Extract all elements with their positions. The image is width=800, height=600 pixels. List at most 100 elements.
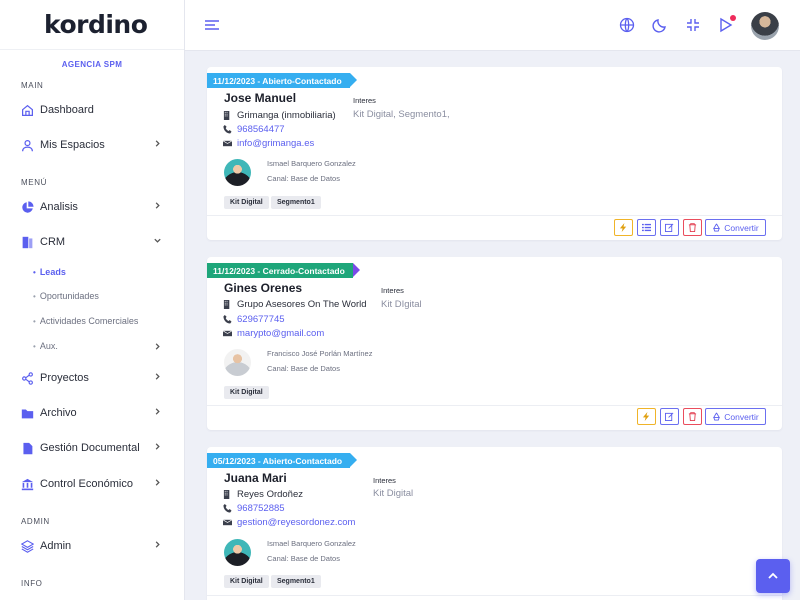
convert-button[interactable]: Convertir	[705, 408, 766, 425]
edit-button[interactable]	[660, 408, 679, 425]
chevron-right-icon	[153, 442, 162, 451]
card-divider	[207, 595, 782, 596]
lead-tag: Segmento1	[271, 196, 321, 209]
sidebar-item-analisis[interactable]: Analisis	[0, 196, 184, 218]
sidebar-subitem-oportunidades[interactable]: • Oportunidades	[0, 287, 184, 305]
recycle-icon	[713, 223, 721, 232]
lead-company-text: Grimanga (inmobiliaria)	[237, 110, 336, 121]
edit-icon	[665, 223, 674, 232]
agent-avatar	[224, 539, 251, 566]
lead-email[interactable]: gestion@reyesordonez.com	[223, 517, 355, 528]
lead-tag: Segmento1	[271, 575, 321, 588]
recycle-icon	[713, 412, 721, 421]
sidebar-item-admin[interactable]: Admin	[0, 535, 184, 557]
lead-phone-text: 968564477	[237, 124, 285, 135]
quick-action-button[interactable]	[637, 408, 656, 425]
lead-name[interactable]: Juana Mari	[224, 471, 287, 485]
trash-icon	[688, 223, 697, 232]
lead-phone[interactable]: 968564477	[223, 124, 285, 135]
sidebar-item-gestion-documental[interactable]: Gestión Documental	[0, 437, 184, 459]
bullet-icon: •	[33, 267, 36, 277]
fullscreen-exit-icon[interactable]	[685, 17, 701, 33]
card-divider	[207, 405, 782, 406]
sidebar-subitem-leads[interactable]: • Leads	[0, 263, 184, 281]
logo-area[interactable]: kordino	[0, 0, 184, 50]
section-admin-label: ADMIN	[21, 517, 50, 526]
interest-label: Interes	[381, 286, 404, 295]
pie-chart-icon	[21, 200, 34, 214]
phone-icon	[223, 125, 232, 134]
lead-email[interactable]: marypto@gmail.com	[223, 328, 324, 339]
agent-name: Ismael Barquero Gonzalez	[267, 159, 356, 168]
lead-card: 11/12/2023 - Cerrado-Contactado Gines Or…	[207, 257, 782, 430]
section-menu-label: MENÚ	[21, 178, 47, 187]
building-icon	[223, 111, 232, 120]
user-avatar[interactable]	[751, 12, 779, 40]
bullet-icon: •	[33, 316, 36, 326]
delete-button[interactable]	[683, 408, 702, 425]
menu-toggle-icon[interactable]	[204, 18, 220, 32]
lead-company-text: Reyes Ordoñez	[237, 489, 304, 500]
lead-name[interactable]: Jose Manuel	[224, 91, 296, 105]
chevron-right-icon	[153, 139, 162, 148]
building-icon	[223, 300, 232, 309]
envelope-icon	[223, 139, 232, 148]
convert-button[interactable]: Convertir	[705, 219, 766, 236]
quick-action-button[interactable]	[614, 219, 633, 236]
chevron-right-icon	[153, 478, 162, 487]
delete-button[interactable]	[683, 219, 702, 236]
chevron-right-icon	[153, 540, 162, 549]
list-button[interactable]	[637, 219, 656, 236]
app-logo[interactable]: kordino	[44, 10, 148, 39]
sidebar-item-label: Analisis	[40, 201, 78, 213]
sidebar-item-archivo[interactable]: Archivo	[0, 402, 184, 424]
edit-button[interactable]	[660, 219, 679, 236]
folder-icon	[21, 407, 34, 420]
lead-channel: Canal: Base de Datos	[267, 364, 340, 373]
moon-icon[interactable]	[652, 17, 668, 33]
lead-company: Reyes Ordoñez	[223, 489, 303, 500]
interest-value: Kit DIgital	[381, 299, 422, 310]
sidebar-item-crm[interactable]: CRM	[0, 231, 184, 253]
sidebar-item-mis-espacios[interactable]: Mis Espacios	[0, 134, 184, 156]
sidebar-item-label: Proyectos	[40, 372, 89, 384]
status-badge: 11/12/2023 - Cerrado-Contactado	[207, 263, 360, 278]
envelope-icon	[223, 329, 232, 338]
lead-tag: Kit Digital	[224, 575, 269, 588]
sidebar-item-proyectos[interactable]: Proyectos	[0, 367, 184, 389]
lead-phone-text: 629677745	[237, 314, 285, 325]
chevron-right-icon	[153, 407, 162, 416]
scroll-top-button[interactable]	[756, 559, 790, 593]
sidebar-subitem-actividades[interactable]: • Actividades Comerciales	[0, 312, 184, 330]
lead-email-text: gestion@reyesordonez.com	[237, 517, 356, 528]
interest-label: Interes	[373, 476, 396, 485]
lead-phone[interactable]: 629677745	[223, 314, 285, 325]
lead-name[interactable]: Gines Orenes	[224, 281, 302, 295]
sidebar-item-label: Mis Espacios	[40, 139, 105, 151]
sidebar-item-control-economico[interactable]: Control Económico	[0, 473, 184, 495]
sidebar-subitem-aux[interactable]: • Aux.	[0, 337, 184, 355]
convert-label: Convertir	[724, 222, 759, 233]
envelope-icon	[223, 518, 232, 527]
lead-email[interactable]: info@grimanga.es	[223, 138, 314, 149]
sidebar-item-label: Archivo	[40, 407, 77, 419]
lead-phone[interactable]: 968752885	[223, 503, 285, 514]
sidebar: kordino AGENCIA SPM MAIN Dashboard Mis E…	[0, 0, 185, 600]
phone-icon	[223, 504, 232, 513]
sidebar-subitem-label: Aux.	[39, 341, 58, 351]
globe-icon[interactable]	[619, 17, 635, 33]
interest-value: Kit Digital, Segmento1,	[353, 109, 450, 120]
interest-label: Interes	[353, 96, 376, 105]
lead-channel: Canal: Base de Datos	[267, 554, 340, 563]
sidebar-item-dashboard[interactable]: Dashboard	[0, 99, 184, 121]
sidebar-item-label: CRM	[40, 236, 66, 248]
share-icon	[21, 371, 34, 385]
chevron-right-icon	[153, 201, 162, 210]
lead-card: 11/12/2023 - Abierto-Contactado Jose Man…	[207, 67, 782, 240]
lead-card: 05/12/2023 - Abierto-Contactado Juana Ma…	[207, 447, 782, 600]
bolt-icon	[642, 412, 650, 421]
lead-company: Grupo Asesores On The World	[223, 299, 367, 310]
layers-icon	[21, 539, 34, 553]
lead-company: Grimanga (inmobiliaria)	[223, 110, 336, 121]
notification-dot	[730, 15, 736, 21]
